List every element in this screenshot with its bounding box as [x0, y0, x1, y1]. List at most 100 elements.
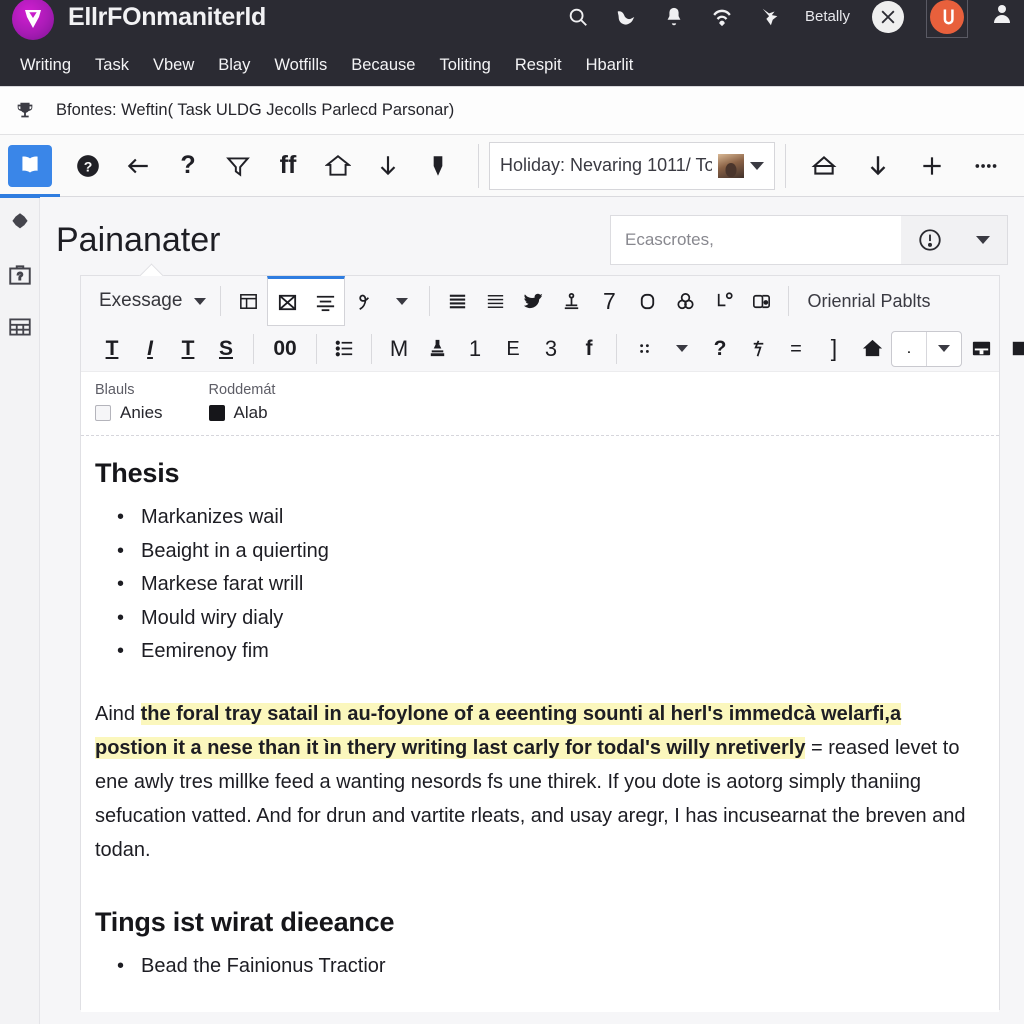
style-dropdown[interactable]: Exessage	[93, 290, 212, 312]
question-icon[interactable]: ?	[701, 330, 739, 368]
e-glyph: E	[506, 337, 520, 360]
strikethrough-icon[interactable]: S	[207, 330, 245, 368]
bird-fly-icon[interactable]	[757, 4, 783, 30]
sidebar-item-help-box[interactable]: ?	[6, 261, 34, 289]
home-outline-icon[interactable]	[318, 146, 358, 186]
menu-item-hbarlit[interactable]: Hbarlit	[574, 52, 646, 79]
clover-icon[interactable]	[666, 282, 704, 320]
rounded-square-icon[interactable]	[628, 282, 666, 320]
underline-icon[interactable]: T	[169, 330, 207, 368]
checkbox-row-alab[interactable]: Alab	[208, 403, 276, 423]
format-toolbar-row-2: T I T S 00 M 1 E 3 f ? =] .	[81, 326, 1024, 372]
bold-underline-icon[interactable]: T	[93, 330, 131, 368]
sidebar-item-diamond[interactable]	[6, 209, 34, 237]
bell-icon[interactable]	[661, 4, 687, 30]
back-arrow-icon[interactable]	[118, 146, 158, 186]
align-paragraph-icon[interactable]	[306, 283, 344, 321]
document-bullet-list-1: Markanizes wail Beaight in a quierting M…	[113, 501, 973, 669]
ligature-ff-icon[interactable]: ff	[268, 146, 308, 186]
search-input[interactable]	[611, 216, 901, 264]
close-icon[interactable]	[872, 0, 904, 33]
letter-f-icon[interactable]: f	[570, 330, 608, 368]
spark-icon[interactable]	[739, 330, 777, 368]
menu-item-writing[interactable]: Writing	[8, 52, 83, 79]
question-mark-icon[interactable]: ?	[168, 146, 208, 186]
anchor-icon[interactable]	[552, 282, 590, 320]
menu-item-toliting[interactable]: Toliting	[427, 52, 502, 79]
address-bar[interactable]: Holiday: Nevaring 1011/ Tolidiment 21	[489, 141, 775, 190]
pen-tool-icon[interactable]	[345, 282, 383, 320]
copy-pages-icon[interactable]	[742, 282, 780, 320]
checkbox-label-2: Alab	[233, 403, 268, 422]
user-avatar	[718, 153, 744, 178]
trophy-icon	[14, 100, 42, 122]
wifi-icon[interactable]	[709, 4, 735, 30]
menu-item-because[interactable]: Because	[339, 52, 427, 79]
search-chevron-down-icon[interactable]	[959, 216, 1007, 264]
alert-circle-icon[interactable]	[901, 216, 959, 264]
justify-full-icon[interactable]	[438, 282, 476, 320]
page-break-icon[interactable]	[962, 330, 1000, 368]
checkbox-row-anies[interactable]: Anies	[95, 403, 163, 423]
numeral-one-icon[interactable]: 1	[456, 330, 494, 368]
menu-item-blay[interactable]: Blay	[206, 52, 262, 79]
value-split-button[interactable]: .	[891, 330, 962, 367]
document-paragraph: Aind the foral tray satail in au-foylone…	[95, 697, 973, 867]
pin-down-icon[interactable]	[418, 146, 458, 186]
stamp-icon[interactable]	[418, 330, 456, 368]
search-icon[interactable]	[565, 4, 591, 30]
checkbox-checked-icon[interactable]	[208, 405, 225, 421]
double-zero-icon[interactable]: 00	[262, 330, 308, 368]
bullet-list-icon[interactable]	[325, 330, 363, 368]
download-icon[interactable]	[858, 146, 898, 186]
page-header: Painanater	[40, 197, 1024, 275]
list-item: Markese farat wrill	[113, 568, 973, 602]
equals-icon[interactable]: =	[777, 330, 815, 368]
sidebar-item-table[interactable]	[6, 313, 34, 341]
pen-chevron-down-icon[interactable]	[383, 282, 421, 320]
book-stack-icon[interactable]	[1000, 330, 1024, 368]
nav-right-group	[796, 146, 1016, 186]
align-e-icon[interactable]: E	[494, 330, 532, 368]
menu-item-respit[interactable]: Respit	[503, 52, 574, 79]
numeral-three-icon[interactable]: 3	[532, 330, 570, 368]
format-separator-3	[788, 286, 790, 316]
bracket-glyph: ]	[830, 335, 838, 361]
chevron-down-icon	[194, 297, 207, 305]
format-toolbar-row-1: Exessage 7 Orienrial Pablts	[81, 276, 999, 326]
italic-icon[interactable]: I	[131, 330, 169, 368]
grid-dots-icon[interactable]	[625, 330, 663, 368]
home-filled-icon[interactable]	[853, 330, 891, 368]
menu-item-vbew[interactable]: Vbew	[141, 52, 206, 79]
app-window: EllrFOnmaniterld Betally Writing Task Vb…	[0, 0, 1024, 1024]
home-icon[interactable]	[804, 146, 844, 186]
equals-glyph: =	[790, 337, 802, 360]
bird-icon[interactable]	[613, 4, 639, 30]
profile-badge-icon[interactable]	[926, 0, 968, 38]
numeral-seven-icon[interactable]: 7	[590, 282, 628, 320]
download-arrow-icon[interactable]	[368, 146, 408, 186]
letter-m-icon[interactable]: M	[380, 330, 418, 368]
funnel-icon[interactable]	[218, 146, 258, 186]
table-grid-icon[interactable]	[229, 282, 267, 320]
plus-icon[interactable]	[912, 146, 952, 186]
f-glyph: f	[585, 337, 593, 360]
menu-item-task[interactable]: Task	[83, 52, 141, 79]
chevron-down-icon[interactable]	[750, 161, 764, 170]
align-lines-icon[interactable]	[476, 282, 514, 320]
list-item: Beaight in a quierting	[113, 535, 973, 569]
more-options-icon[interactable]	[966, 146, 1006, 186]
pencil-superscript-icon[interactable]	[704, 282, 742, 320]
checkbox-unchecked-icon[interactable]	[95, 405, 111, 421]
caret-down-icon[interactable]	[663, 330, 701, 368]
menu-bar: Writing Task Vbew Blay Wotfills Because …	[0, 45, 1024, 87]
menu-item-wotfills[interactable]: Wotfills	[262, 52, 339, 79]
bird-share-icon[interactable]	[514, 282, 552, 320]
book-icon[interactable]	[0, 144, 60, 198]
flag-check-icon[interactable]	[268, 283, 306, 321]
bracket-icon[interactable]: ]	[815, 330, 853, 368]
user-icon[interactable]	[990, 2, 1014, 31]
document-canvas[interactable]: Thesis Markanizes wail Beaight in a quie…	[81, 436, 999, 1012]
split-chevron-down-icon[interactable]	[927, 332, 961, 366]
help-filled-icon[interactable]: ?	[68, 146, 108, 186]
